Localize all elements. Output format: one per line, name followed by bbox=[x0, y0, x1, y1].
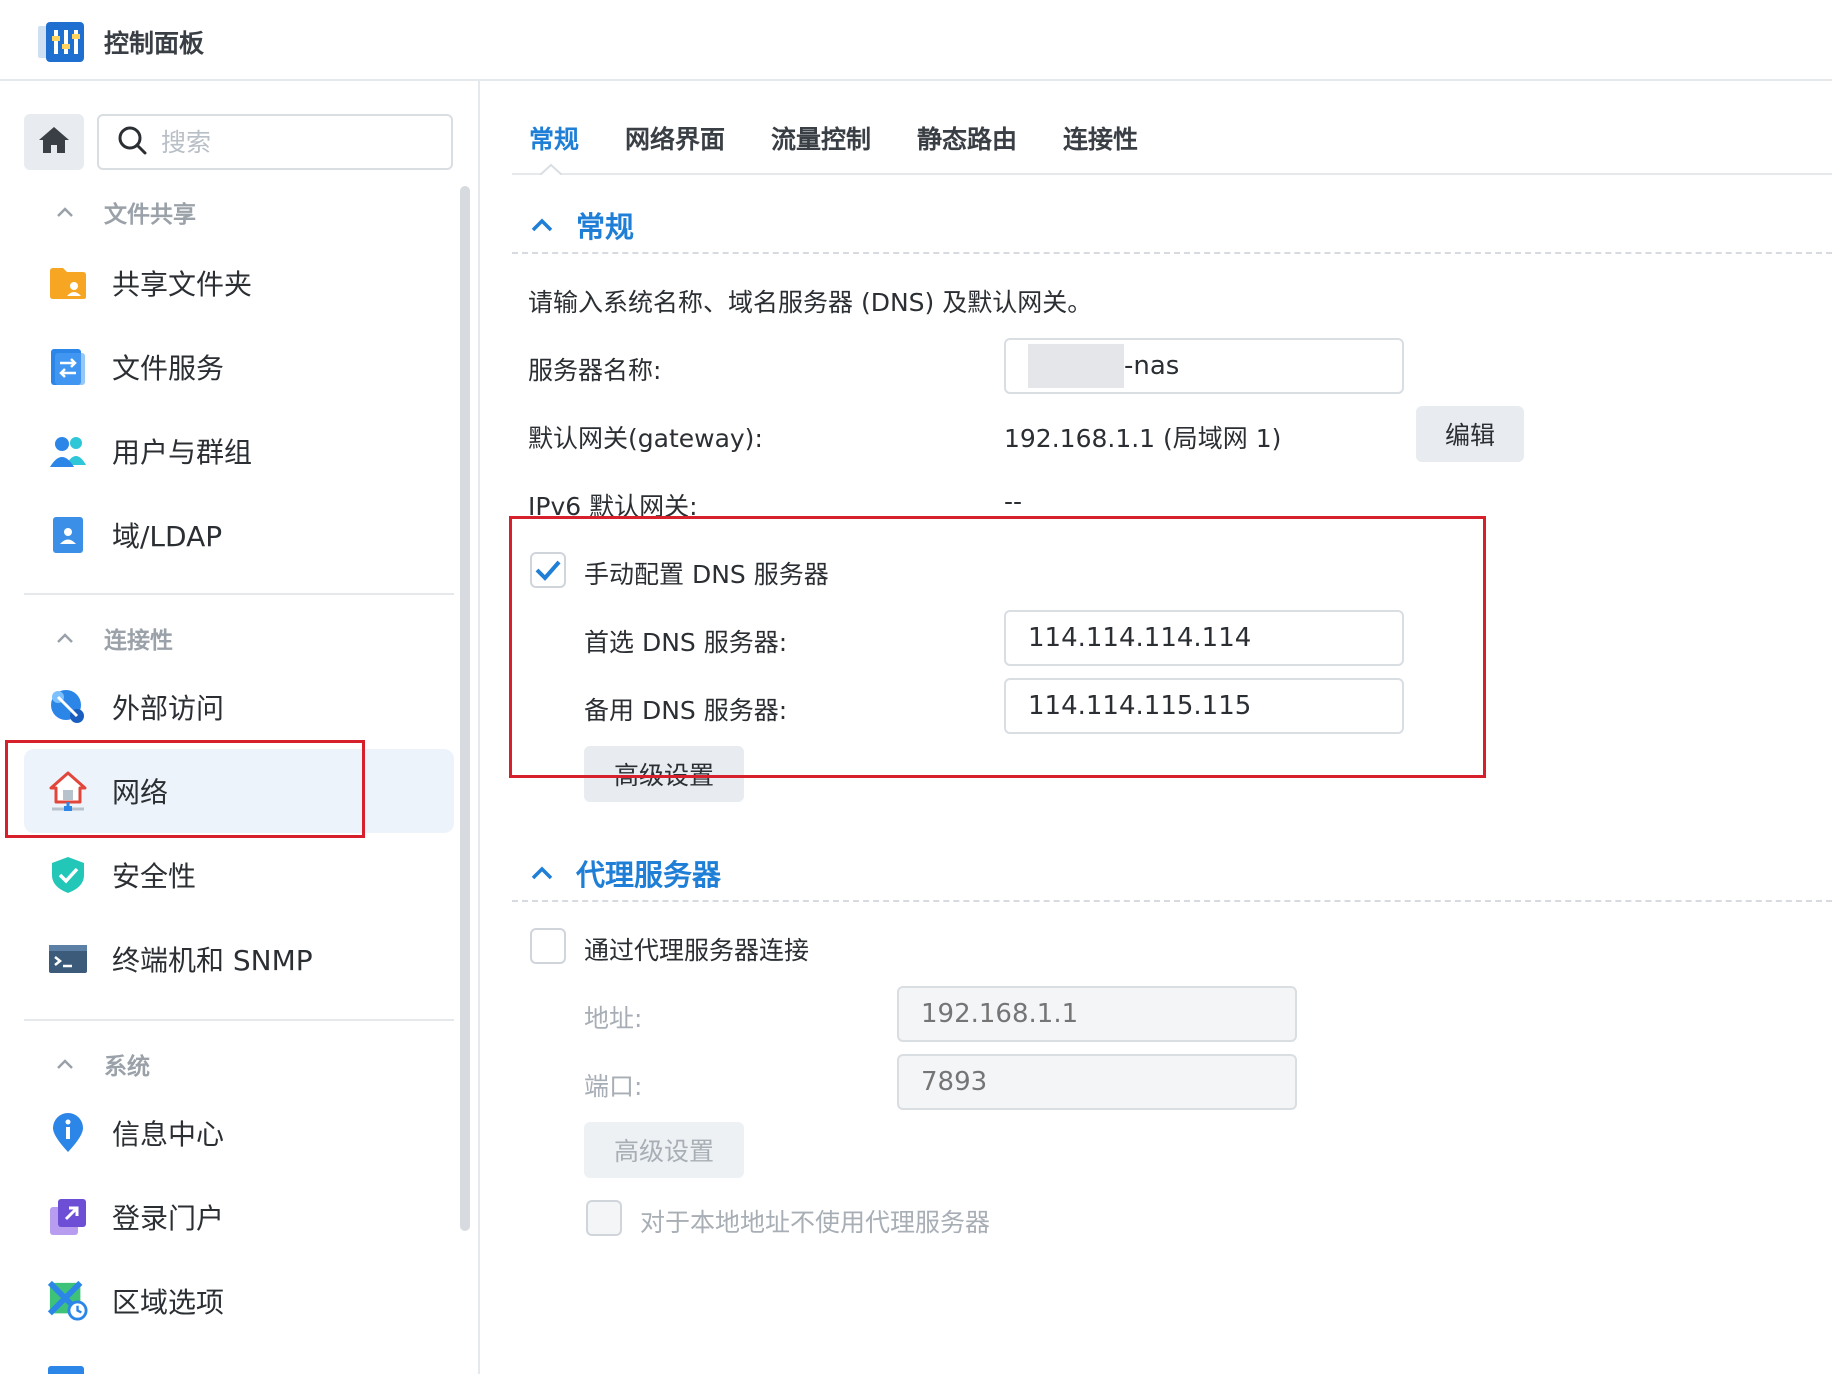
file-services-icon bbox=[48, 347, 88, 387]
general-section-header[interactable]: 常规 bbox=[530, 204, 634, 246]
sidebar: 文件共享 共享文件夹 文件服务 用户与群组 域/LDAP 连接性 外部访问 bbox=[0, 81, 480, 1374]
sidebar-item-label: 共享文件夹 bbox=[112, 268, 253, 301]
section-divider bbox=[512, 252, 1832, 254]
sidebar-item-login-portal[interactable]: 登录门户 bbox=[24, 1175, 454, 1259]
sidebar-item-domain-ldap[interactable]: 域/LDAP bbox=[24, 493, 454, 577]
gateway-value: 192.168.1.1 (局域网 1) bbox=[1004, 424, 1282, 453]
sidebar-divider bbox=[24, 1019, 454, 1021]
chevron-up-icon bbox=[57, 207, 73, 217]
sidebar-item-label: 区域选项 bbox=[112, 1286, 225, 1319]
proxy-port-label: 端口: bbox=[584, 1072, 643, 1101]
search-box[interactable] bbox=[97, 114, 453, 170]
proxy-section-title: 代理服务器 bbox=[576, 858, 722, 892]
sidebar-item-security[interactable]: 安全性 bbox=[24, 833, 454, 917]
gateway-label: 默认网关(gateway): bbox=[528, 424, 763, 453]
sidebar-item-users-groups[interactable]: 用户与群组 bbox=[24, 409, 454, 493]
use-proxy-checkbox[interactable] bbox=[530, 928, 566, 964]
users-icon bbox=[48, 431, 88, 471]
proxy-address-label: 地址: bbox=[584, 1004, 643, 1033]
external-access-icon bbox=[48, 687, 88, 727]
server-name-label: 服务器名称: bbox=[528, 356, 662, 385]
tab-connectivity[interactable]: 连接性 bbox=[1063, 120, 1138, 156]
redacted-block bbox=[1028, 344, 1124, 388]
sidebar-next-item-icon bbox=[48, 1366, 84, 1374]
ipv6-gateway-value: -- bbox=[1004, 487, 1023, 516]
use-proxy-label: 通过代理服务器连接 bbox=[584, 936, 810, 965]
sidebar-item-label: 安全性 bbox=[112, 860, 197, 893]
sidebar-item-label: 登录门户 bbox=[112, 1202, 225, 1235]
server-name-field[interactable]: -nas bbox=[1004, 338, 1404, 394]
tab-bar: 常规 网络界面 流量控制 静态路由 连接性 bbox=[512, 100, 1832, 175]
chevron-up-icon bbox=[57, 633, 73, 643]
sidebar-divider bbox=[24, 593, 454, 595]
sidebar-item-shared-folder[interactable]: 共享文件夹 bbox=[24, 241, 454, 325]
section-divider bbox=[512, 900, 1832, 902]
section-label: 文件共享 bbox=[104, 202, 196, 228]
info-pin-icon bbox=[48, 1113, 88, 1153]
sidebar-item-terminal-snmp[interactable]: 终端机和 SNMP bbox=[24, 917, 454, 1001]
chevron-up-icon bbox=[531, 866, 553, 880]
home-icon bbox=[37, 125, 71, 159]
tab-static-route[interactable]: 静态路由 bbox=[917, 120, 1017, 156]
sidebar-item-label: 用户与群组 bbox=[112, 436, 253, 469]
sidebar-item-regional-options[interactable]: 区域选项 bbox=[24, 1259, 454, 1343]
domain-ldap-icon bbox=[48, 515, 88, 555]
edit-gateway-button[interactable]: 编辑 bbox=[1416, 406, 1524, 462]
server-name-suffix: -nas bbox=[1124, 351, 1180, 381]
search-icon bbox=[99, 125, 147, 159]
search-input[interactable] bbox=[161, 127, 421, 157]
section-file-sharing[interactable]: 文件共享 bbox=[56, 195, 196, 229]
sidebar-item-label: 终端机和 SNMP bbox=[112, 944, 313, 977]
tab-general[interactable]: 常规 bbox=[529, 120, 579, 156]
tab-network-interface[interactable]: 网络界面 bbox=[625, 120, 725, 156]
bypass-local-checkbox[interactable] bbox=[586, 1200, 622, 1236]
control-panel-icon bbox=[38, 22, 84, 62]
general-section-title: 常规 bbox=[576, 210, 635, 244]
tab-traffic-control[interactable]: 流量控制 bbox=[771, 120, 871, 156]
section-connectivity[interactable]: 连接性 bbox=[56, 621, 173, 655]
sidebar-item-label: 信息中心 bbox=[112, 1118, 225, 1151]
folder-share-icon bbox=[48, 263, 88, 303]
app-title: 控制面板 bbox=[104, 29, 205, 58]
chevron-up-icon bbox=[531, 218, 553, 232]
active-tab-indicator bbox=[540, 163, 562, 175]
section-label: 系统 bbox=[104, 1054, 150, 1080]
terminal-icon bbox=[48, 939, 88, 979]
general-description: 请输入系统名称、域名服务器 (DNS) 及默认网关。 bbox=[528, 288, 1093, 317]
sidebar-item-external-access[interactable]: 外部访问 bbox=[24, 665, 454, 749]
regional-options-icon bbox=[48, 1280, 88, 1321]
sidebar-item-file-services[interactable]: 文件服务 bbox=[24, 325, 454, 409]
shield-icon bbox=[48, 855, 88, 895]
sidebar-scrollbar[interactable] bbox=[460, 186, 470, 1231]
home-button[interactable] bbox=[24, 114, 84, 170]
sidebar-item-label: 外部访问 bbox=[112, 692, 225, 725]
sidebar-item-label: 文件服务 bbox=[112, 352, 225, 385]
proxy-port-input[interactable] bbox=[921, 1067, 1295, 1097]
bypass-local-label: 对于本地地址不使用代理服务器 bbox=[640, 1208, 991, 1237]
highlight-box-network bbox=[5, 740, 365, 838]
proxy-advanced-settings-button[interactable]: 高级设置 bbox=[584, 1122, 744, 1178]
proxy-address-field[interactable] bbox=[897, 986, 1297, 1042]
sidebar-item-label: 域/LDAP bbox=[112, 520, 223, 553]
section-label: 连接性 bbox=[104, 628, 173, 654]
title-bar: 控制面板 bbox=[0, 0, 1832, 81]
proxy-address-input[interactable] bbox=[921, 999, 1295, 1029]
highlight-box-dns bbox=[509, 516, 1486, 778]
sidebar-item-info-center[interactable]: 信息中心 bbox=[24, 1091, 454, 1175]
proxy-port-field[interactable] bbox=[897, 1054, 1297, 1110]
login-portal-icon bbox=[48, 1197, 88, 1237]
chevron-up-icon bbox=[57, 1059, 73, 1069]
proxy-section-header[interactable]: 代理服务器 bbox=[530, 852, 721, 894]
section-system[interactable]: 系统 bbox=[56, 1047, 150, 1081]
